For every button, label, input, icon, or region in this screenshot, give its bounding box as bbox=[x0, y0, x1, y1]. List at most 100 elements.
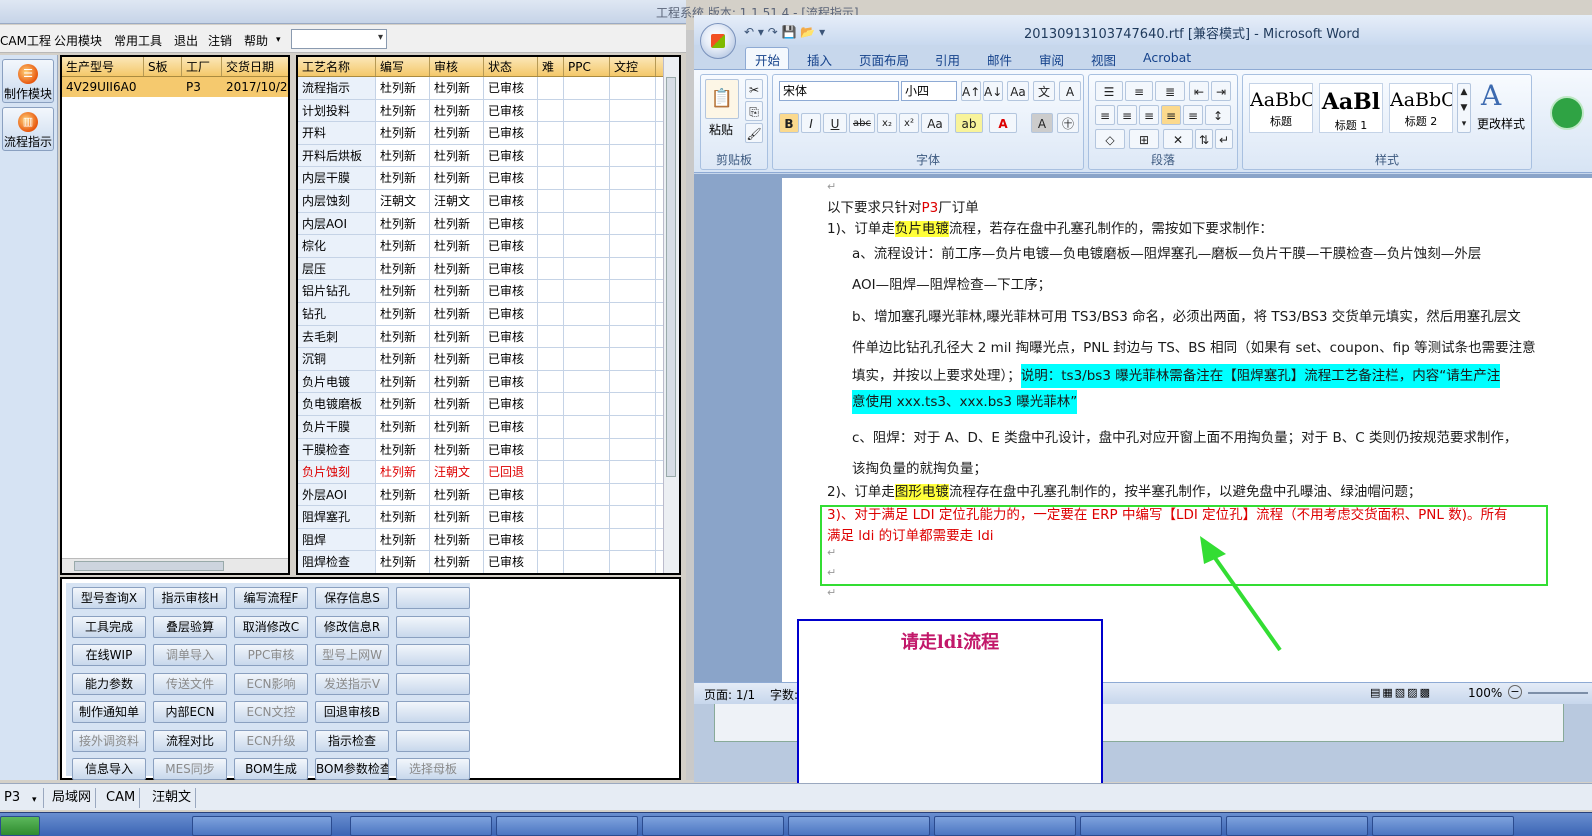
tab-review[interactable]: 审阅 bbox=[1039, 50, 1064, 69]
style-heading-1[interactable]: AaBl 标题 1 bbox=[1319, 83, 1383, 133]
bold-icon[interactable]: B bbox=[779, 113, 799, 133]
zoom-level[interactable]: 100% bbox=[1468, 686, 1502, 700]
col-process-name[interactable]: 工艺名称 bbox=[298, 57, 376, 76]
function-button[interactable]: 指示检查 bbox=[315, 729, 389, 752]
highlight-color-icon[interactable]: ab bbox=[955, 113, 983, 133]
function-button[interactable]: 指示审核H bbox=[153, 587, 227, 609]
table-row[interactable]: 去毛刺 杜列新 杜列新 已审核 bbox=[298, 325, 679, 349]
empty-button[interactable] bbox=[396, 729, 470, 752]
col-difficulty[interactable]: 难 bbox=[538, 57, 564, 76]
start-button[interactable] bbox=[0, 816, 40, 836]
function-button[interactable]: BOM生成 bbox=[234, 758, 308, 780]
zoom-slider[interactable] bbox=[1528, 692, 1588, 694]
tab-page-layout[interactable]: 页面布局 bbox=[859, 50, 909, 69]
function-button[interactable]: 取消修改C bbox=[234, 615, 308, 638]
table-row[interactable]: 负片蚀刻 杜列新 汪朝文 已回退 bbox=[298, 461, 679, 484]
increase-indent-icon[interactable]: ⇥ bbox=[1211, 81, 1231, 101]
taskbar-item[interactable] bbox=[350, 816, 492, 836]
taskbar-item[interactable] bbox=[192, 816, 332, 836]
table-row[interactable]: 负片电镀 杜列新 杜列新 已审核 bbox=[298, 370, 679, 394]
table-row[interactable]: 铝片钻孔 杜列新 杜列新 已审核 bbox=[298, 280, 679, 303]
font-size-select[interactable]: 小四 bbox=[901, 81, 957, 101]
taskbar-item[interactable] bbox=[1372, 816, 1514, 836]
table-row[interactable]: 内层蚀刻 汪朝文 汪朝文 已审核 bbox=[298, 189, 679, 213]
process-vertical-scrollbar[interactable] bbox=[663, 57, 679, 573]
show-marks-icon[interactable]: ↵ bbox=[1215, 129, 1233, 149]
table-row[interactable]: 内层干膜 杜列新 杜列新 已审核 bbox=[298, 167, 679, 190]
pane-splitter[interactable] bbox=[686, 30, 694, 780]
character-shading-icon[interactable]: A bbox=[1031, 113, 1053, 133]
sort-icon[interactable]: ⇅ bbox=[1195, 129, 1213, 149]
help-dropdown-icon[interactable]: ▾ bbox=[276, 35, 281, 45]
table-row[interactable]: 层压 杜列新 杜列新 已审核 bbox=[298, 257, 679, 281]
tab-home[interactable]: 开始 bbox=[755, 50, 780, 69]
quick-access-toolbar[interactable]: ↶ ▾ ↷ 💾 📂 ▾ bbox=[744, 25, 825, 39]
multilevel-list-icon[interactable]: ≣ bbox=[1155, 81, 1185, 101]
table-row[interactable]: 开料 杜列新 杜列新 已审核 bbox=[298, 122, 679, 145]
page-count[interactable]: 页面: 1/1 bbox=[704, 686, 755, 703]
table-row[interactable]: 内层AOI 杜列新 杜列新 已审核 bbox=[298, 212, 679, 236]
menu-cam-project[interactable]: CAM工程 bbox=[0, 32, 51, 49]
bullets-icon[interactable]: ☰ bbox=[1095, 81, 1123, 101]
change-case-icon[interactable]: Aa bbox=[921, 113, 949, 133]
italic-icon[interactable]: I bbox=[801, 113, 821, 133]
scroll-thumb[interactable] bbox=[666, 77, 676, 477]
tab-references[interactable]: 引用 bbox=[935, 50, 960, 69]
table-row[interactable]: 4V29UII6A0 P3 2017/10/2( bbox=[62, 77, 288, 97]
function-button[interactable]: 能力参数 bbox=[72, 672, 146, 695]
function-button[interactable]: 修改信息R bbox=[315, 615, 389, 638]
col-delivery-date[interactable]: 交货日期 bbox=[222, 57, 288, 76]
cut-icon[interactable]: ✂ bbox=[745, 79, 763, 99]
col-ppc[interactable]: PPC bbox=[564, 57, 610, 76]
distributed-icon[interactable]: ≡ bbox=[1183, 105, 1203, 125]
enclose-characters-icon[interactable]: ㊉ bbox=[1057, 113, 1079, 133]
col-doc-control[interactable]: 文控 bbox=[610, 57, 656, 76]
font-color-icon[interactable]: A bbox=[989, 113, 1017, 133]
empty-button[interactable] bbox=[396, 701, 470, 723]
tab-acrobat[interactable]: Acrobat bbox=[1143, 50, 1191, 65]
table-row[interactable]: 负电镀磨板 杜列新 杜列新 已审核 bbox=[298, 393, 679, 416]
function-button[interactable]: 型号查询X bbox=[72, 587, 146, 609]
font-name-select[interactable]: 宋体 bbox=[779, 81, 899, 101]
menu-logout[interactable]: 注销 bbox=[208, 32, 232, 49]
character-border-icon[interactable]: A bbox=[1059, 81, 1081, 101]
menu-exit[interactable]: 退出 bbox=[174, 32, 198, 49]
style-title[interactable]: AaBbC 标题 bbox=[1249, 83, 1313, 133]
justify-icon[interactable]: ≡ bbox=[1161, 105, 1181, 125]
clear-format-icon[interactable]: Aa bbox=[1007, 81, 1029, 101]
taskbar-item[interactable] bbox=[496, 816, 638, 836]
table-row[interactable]: 阻焊塞孔 杜列新 杜列新 已审核 bbox=[298, 506, 679, 529]
table-row[interactable]: 计划投料 杜列新 杜列新 已审核 bbox=[298, 99, 679, 123]
function-button[interactable]: 叠层验算 bbox=[153, 615, 227, 638]
numbering-icon[interactable]: ≡ bbox=[1125, 81, 1153, 101]
superscript-icon[interactable]: x² bbox=[899, 113, 919, 133]
function-button[interactable]: 信息导入 bbox=[72, 758, 146, 780]
scroll-thumb[interactable] bbox=[74, 561, 224, 571]
function-button[interactable]: 工具完成 bbox=[72, 615, 146, 638]
function-button[interactable]: 编写流程F bbox=[234, 587, 308, 609]
function-button[interactable]: 流程对比 bbox=[153, 729, 227, 752]
table-row[interactable]: 钻孔 杜列新 杜列新 已审核 bbox=[298, 302, 679, 326]
copy-icon[interactable]: ⎘ bbox=[745, 101, 763, 121]
view-buttons-icon[interactable]: ▤▦▧▨▩ bbox=[1370, 686, 1432, 699]
table-row[interactable]: 阻焊检查 杜列新 杜列新 已审核 bbox=[298, 551, 679, 573]
taskbar-item[interactable] bbox=[788, 816, 930, 836]
function-button[interactable]: 制作通知单 bbox=[72, 701, 146, 723]
line-spacing-icon[interactable]: ↕ bbox=[1205, 105, 1231, 125]
menu-help[interactable]: 帮助 bbox=[244, 32, 268, 49]
status-factory-dropdown-icon[interactable]: ▾ bbox=[28, 790, 41, 810]
word-count[interactable]: 字数: bbox=[770, 686, 798, 703]
shrink-font-icon[interactable]: A↓ bbox=[983, 81, 1003, 101]
table-row[interactable]: 开料后烘板 杜列新 杜列新 已审核 bbox=[298, 144, 679, 168]
col-s-board[interactable]: S板 bbox=[144, 57, 182, 76]
order-horizontal-scrollbar[interactable] bbox=[62, 558, 288, 573]
function-button[interactable]: BOM参数检查 bbox=[315, 758, 389, 780]
function-button[interactable]: 回退审核B bbox=[315, 701, 389, 723]
nav-production-module[interactable]: ☰ 制作模块 bbox=[2, 59, 54, 103]
chinese-layout-icon[interactable]: ✕ bbox=[1163, 129, 1193, 149]
align-right-icon[interactable]: ≡ bbox=[1139, 105, 1159, 125]
empty-button[interactable] bbox=[396, 587, 470, 609]
table-row[interactable]: 沉铜 杜列新 杜列新 已审核 bbox=[298, 348, 679, 371]
menu-combo-box[interactable] bbox=[291, 29, 387, 49]
nav-flow-instruction[interactable]: ▥ 流程指示 bbox=[2, 107, 54, 151]
